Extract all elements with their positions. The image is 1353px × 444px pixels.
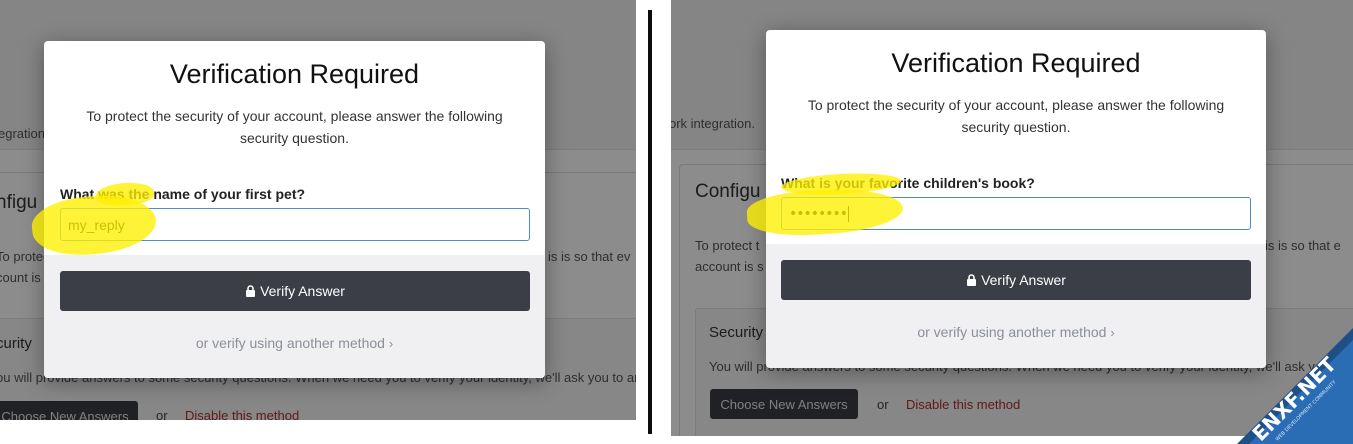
alternate-method-link[interactable]: or verify using another method › [766, 324, 1266, 340]
alternate-method-link[interactable]: or verify using another method › [44, 335, 545, 351]
verify-answer-label: Verify Answer [981, 272, 1066, 288]
alternate-method-label: or verify using another method [195, 335, 385, 351]
modal-footer-area: Verify Answer or verify using another me… [44, 255, 545, 378]
left-screenshot-panel: egration. nfigu To protect t is is so th… [0, 0, 636, 420]
lock-icon [967, 274, 977, 286]
lock-icon [246, 285, 256, 297]
modal-description: To protect the security of your account,… [807, 97, 1225, 135]
panel-divider [648, 10, 652, 434]
modal-description: To protect the security of your account,… [86, 108, 503, 146]
modal-title: Verification Required [169, 59, 420, 89]
verify-answer-label: Verify Answer [260, 283, 345, 299]
alternate-method-label: or verify using another method [917, 324, 1107, 340]
modal-title: Verification Required [891, 48, 1141, 78]
enxf-watermark-logo: ENXF.NET WEB DEVELOPMENT COMMUNITY [1237, 328, 1353, 444]
chevron-right-icon: › [388, 336, 394, 351]
chevron-right-icon: › [1110, 325, 1115, 340]
modal-footer-area: Verify Answer or verify using another me… [766, 244, 1266, 368]
verify-answer-button[interactable]: Verify Answer [60, 271, 530, 311]
verify-answer-button[interactable]: Verify Answer [781, 260, 1251, 300]
